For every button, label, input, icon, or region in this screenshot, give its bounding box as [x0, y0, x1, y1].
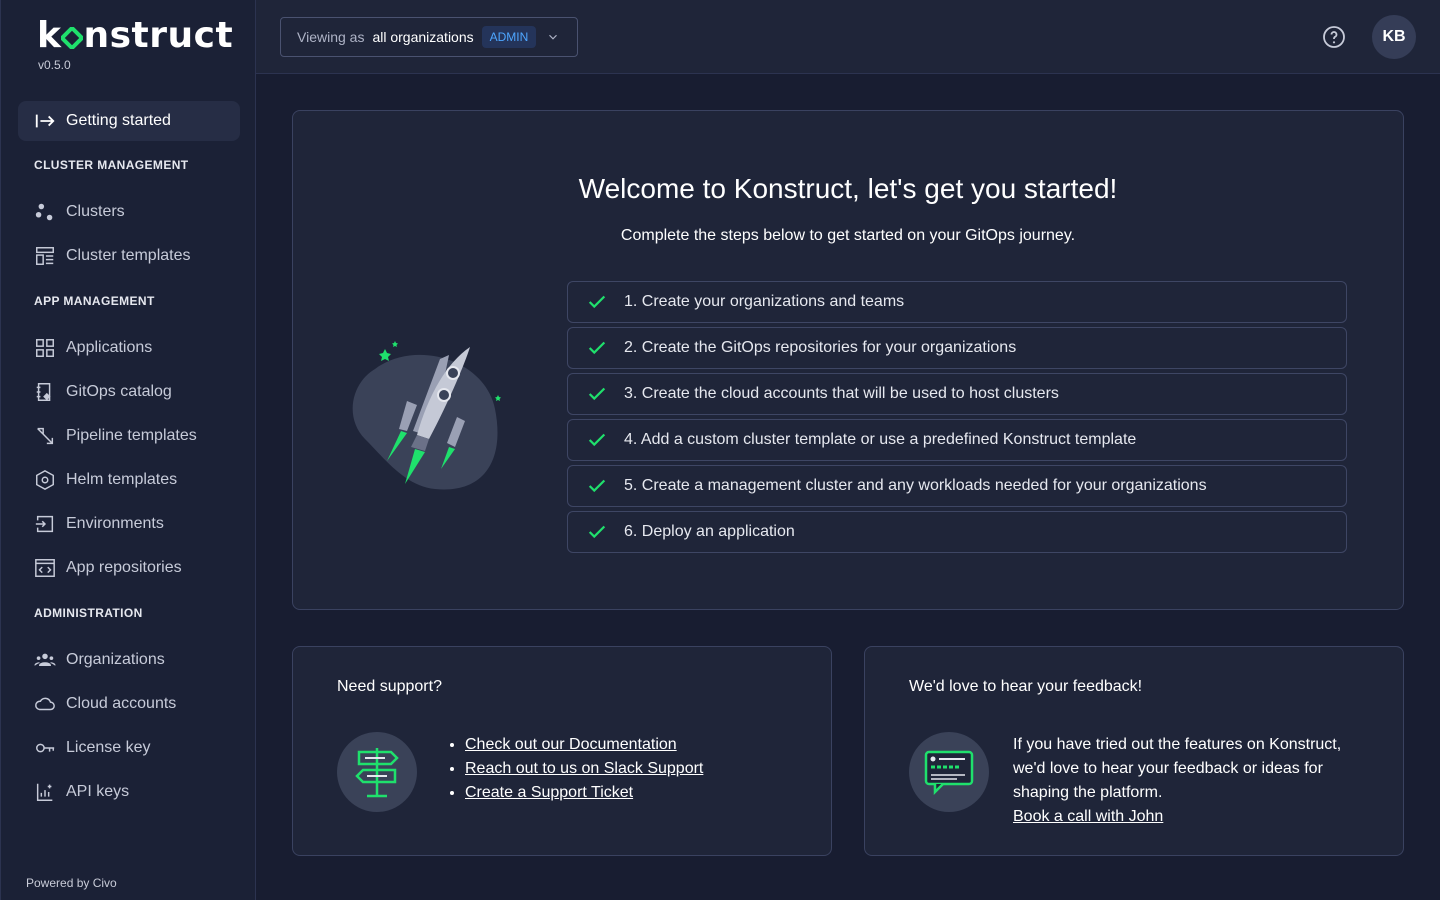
app-version: v0.5.0 [38, 58, 71, 72]
check-icon [588, 295, 606, 309]
sidebar-item-clusters[interactable]: Clusters [18, 192, 240, 232]
key-icon [34, 737, 56, 759]
organization-selector[interactable]: Viewing as all organizations ADMIN [280, 17, 578, 57]
applications-icon [34, 337, 56, 359]
chevron-down-icon [549, 34, 558, 40]
sidebar-item-gitops-catalog[interactable]: GitOps catalog [18, 372, 240, 412]
avatar[interactable]: KB [1372, 15, 1416, 59]
sidebar-item-label: Cluster templates [66, 247, 191, 264]
page-subtitle: Complete the steps below to get started … [620, 227, 1076, 244]
environments-icon [34, 513, 56, 535]
top-bar: Viewing as all organizations ADMIN KB [256, 0, 1440, 74]
arrow-right-to-line-icon [34, 110, 56, 132]
gitops-catalog-icon [34, 381, 56, 403]
check-icon [588, 479, 606, 493]
support-title: Need support? [337, 678, 442, 695]
section-cluster-management: CLUSTER MANAGEMENT [34, 158, 189, 172]
sidebar-item-applications[interactable]: Applications [18, 328, 240, 368]
sidebar-item-label: Helm templates [66, 471, 178, 488]
sidebar-item-label: Environments [66, 515, 164, 532]
api-keys-icon [34, 781, 56, 803]
support-links: Check out our Documentation Reach out to… [465, 733, 703, 805]
step-label: 3. Create the cloud accounts that will b… [624, 385, 1059, 402]
feedback-card: We'd love to hear your feedback! If you … [864, 646, 1404, 856]
sidebar-item-label: API keys [66, 783, 130, 800]
getting-started-card: Welcome to Konstruct, let's get you star… [292, 110, 1404, 610]
sidebar-item-label: Pipeline templates [66, 427, 197, 444]
section-app-management: APP MANAGEMENT [34, 294, 155, 308]
viewing-value: all organizations [372, 29, 474, 45]
rocket-illustration [352, 341, 501, 490]
sidebar-item-label: App repositories [66, 559, 182, 576]
sidebar-item-label: Cloud accounts [66, 695, 177, 712]
sidebar-item-helm-templates[interactable]: Helm templates [18, 460, 240, 500]
sidebar-item-label: Getting started [66, 112, 171, 129]
step-label: 6. Deploy an application [624, 523, 795, 540]
step-label: 4. Add a custom cluster template or use … [624, 431, 1137, 448]
clusters-icon [34, 201, 56, 223]
sidebar-item-label: Clusters [66, 203, 125, 220]
helm-icon [34, 469, 56, 491]
page-title: Welcome to Konstruct, let's get you star… [578, 173, 1118, 204]
feedback-icon [909, 732, 989, 812]
sidebar-item-environments[interactable]: Environments [18, 504, 240, 544]
sidebar-item-label: Applications [66, 339, 153, 356]
list-item: Check out our Documentation [465, 733, 703, 757]
cloud-icon [34, 693, 56, 715]
support-ticket-link[interactable]: Create a Support Ticket [465, 784, 633, 801]
step-label: 2. Create the GitOps repositories for yo… [624, 339, 1017, 356]
sidebar-item-cluster-templates[interactable]: Cluster templates [18, 236, 240, 276]
sidebar-item-pipeline-templates[interactable]: Pipeline templates [18, 416, 240, 456]
sidebar-item-label: License key [66, 739, 151, 756]
step-item[interactable]: 6. Deploy an application [567, 511, 1347, 553]
organizations-icon [34, 649, 56, 671]
step-item[interactable]: 4. Add a custom cluster template or use … [567, 419, 1347, 461]
section-administration: ADMINISTRATION [34, 606, 143, 620]
check-icon [588, 387, 606, 401]
feedback-text: If you have tried out the features on Ko… [1013, 736, 1342, 801]
sidebar-item-app-repositories[interactable]: App repositories [18, 548, 240, 588]
list-item: Reach out to us on Slack Support [465, 757, 703, 781]
sidebar-item-organizations[interactable]: Organizations [18, 640, 240, 680]
app-repositories-icon [34, 557, 56, 579]
cluster-templates-icon [34, 245, 56, 267]
konstruct-logo[interactable]: k nstruct [37, 16, 233, 56]
powered-by: Powered by Civo [26, 876, 117, 890]
check-icon [588, 341, 606, 355]
step-label: 5. Create a management cluster and any w… [624, 477, 1207, 494]
help-icon[interactable] [1322, 25, 1346, 49]
step-item[interactable]: 1. Create your organizations and teams [567, 281, 1347, 323]
check-icon [588, 433, 606, 447]
signpost-icon [337, 732, 417, 812]
sidebar: k nstruct v0.5.0 Getting started CLUSTER … [0, 0, 256, 900]
support-card: Need support? Check out our Documentatio… [292, 646, 832, 856]
sidebar-item-license-key[interactable]: License key [18, 728, 240, 768]
check-icon [588, 525, 606, 539]
pipeline-templates-icon [34, 425, 56, 447]
step-label: 1. Create your organizations and teams [624, 293, 905, 310]
sidebar-item-cloud-accounts[interactable]: Cloud accounts [18, 684, 240, 724]
step-item[interactable]: 5. Create a management cluster and any w… [567, 465, 1347, 507]
sidebar-item-getting-started[interactable]: Getting started [18, 101, 240, 141]
step-item[interactable]: 2. Create the GitOps repositories for yo… [567, 327, 1347, 369]
step-item[interactable]: 3. Create the cloud accounts that will b… [567, 373, 1347, 415]
logo-o [59, 16, 86, 56]
viewing-label: Viewing as [297, 29, 365, 45]
slack-support-link[interactable]: Reach out to us on Slack Support [465, 760, 703, 777]
documentation-link[interactable]: Check out our Documentation [465, 736, 677, 753]
sidebar-item-label: Organizations [66, 651, 165, 668]
list-item: Create a Support Ticket [465, 781, 703, 805]
feedback-body: If you have tried out the features on Ko… [1013, 733, 1373, 829]
role-badge: ADMIN [481, 26, 537, 48]
book-call-link[interactable]: Book a call with John [1013, 805, 1373, 829]
feedback-title: We'd love to hear your feedback! [909, 678, 1143, 695]
sidebar-item-api-keys[interactable]: API keys [18, 772, 240, 812]
sidebar-item-label: GitOps catalog [66, 383, 172, 400]
